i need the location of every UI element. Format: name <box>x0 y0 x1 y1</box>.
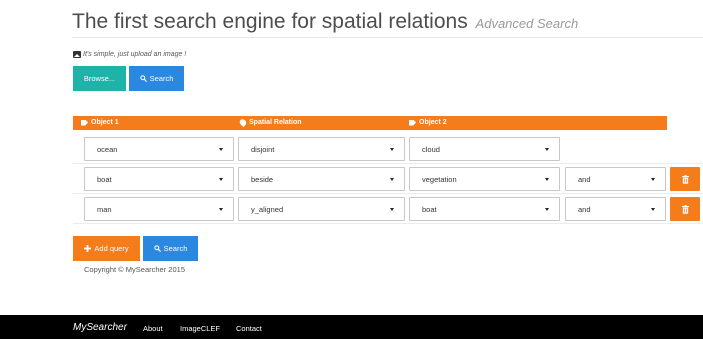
object1-select[interactable]: ocean <box>84 137 234 161</box>
object2-select[interactable]: cloud <box>409 137 560 161</box>
caret-down-icon <box>390 208 394 211</box>
caret-down-icon <box>219 178 223 181</box>
query-search-label: Search <box>163 244 188 253</box>
connector-select[interactable]: and <box>565 197 666 221</box>
object2-select[interactable]: boat <box>409 197 560 221</box>
upload-hint: It's simple, just upload an image ! <box>73 51 186 58</box>
row-divider <box>73 193 703 194</box>
title-divider <box>72 37 703 38</box>
trash-icon <box>681 174 689 184</box>
relation-select[interactable]: y_aligned <box>238 197 405 221</box>
footer-link-about[interactable]: About <box>143 324 163 333</box>
caret-down-icon <box>651 178 655 181</box>
add-query-button[interactable]: Add query <box>73 236 140 261</box>
column-spatial-relation: Spatial Relation <box>238 117 302 128</box>
relation-select[interactable]: beside <box>238 167 405 191</box>
caret-down-icon <box>545 148 549 151</box>
footer-link-imageclef[interactable]: ImageCLEF <box>180 324 220 333</box>
relation-select[interactable]: disjoint <box>238 137 405 161</box>
page-subtitle: Advanced Search <box>475 16 579 31</box>
row-divider <box>73 223 703 224</box>
page-title-text: The first search engine for spatial rela… <box>72 10 468 33</box>
query-table-header: Object 1 Spatial Relation Object 2 <box>73 116 667 130</box>
caret-down-icon <box>390 178 394 181</box>
caret-down-icon <box>219 148 223 151</box>
image-search-label: Search <box>149 74 174 83</box>
caret-down-icon <box>545 208 549 211</box>
map-marker-icon <box>238 117 248 128</box>
trash-icon <box>681 204 689 214</box>
delete-row-button[interactable] <box>670 167 700 191</box>
browse-button-label: Browse... <box>83 74 116 83</box>
column-object-1: Object 1 <box>81 119 119 126</box>
plus-icon <box>84 245 92 252</box>
caret-down-icon <box>651 208 655 211</box>
image-icon <box>73 51 81 58</box>
row-divider <box>73 163 703 164</box>
object2-select[interactable]: vegetation <box>409 167 560 191</box>
column-object-2: Object 2 <box>409 119 447 126</box>
object1-select[interactable]: man <box>84 197 234 221</box>
caret-down-icon <box>390 148 394 151</box>
object1-select[interactable]: boat <box>84 167 234 191</box>
add-query-label: Add query <box>94 244 129 253</box>
browse-button[interactable]: Browse... <box>73 66 126 91</box>
page-title: The first search engine for spatial rela… <box>72 10 578 34</box>
tag-icon <box>81 119 88 126</box>
footer-brand[interactable]: MySearcher <box>73 322 127 333</box>
footer-link-contact[interactable]: Contact <box>236 324 262 333</box>
delete-row-button[interactable] <box>670 197 700 221</box>
search-icon <box>139 75 147 82</box>
query-search-button[interactable]: Search <box>143 236 198 261</box>
connector-select[interactable]: and <box>565 167 666 191</box>
caret-down-icon <box>219 208 223 211</box>
copyright-text: Copyright © MySearcher 2015 <box>84 265 185 274</box>
search-icon <box>153 245 161 252</box>
image-search-button[interactable]: Search <box>129 66 184 91</box>
caret-down-icon <box>545 178 549 181</box>
tag-icon <box>409 119 416 126</box>
upload-hint-text: It's simple, just upload an image ! <box>83 51 187 58</box>
footer-navbar: MySearcher About ImageCLEF Contact <box>0 315 703 339</box>
